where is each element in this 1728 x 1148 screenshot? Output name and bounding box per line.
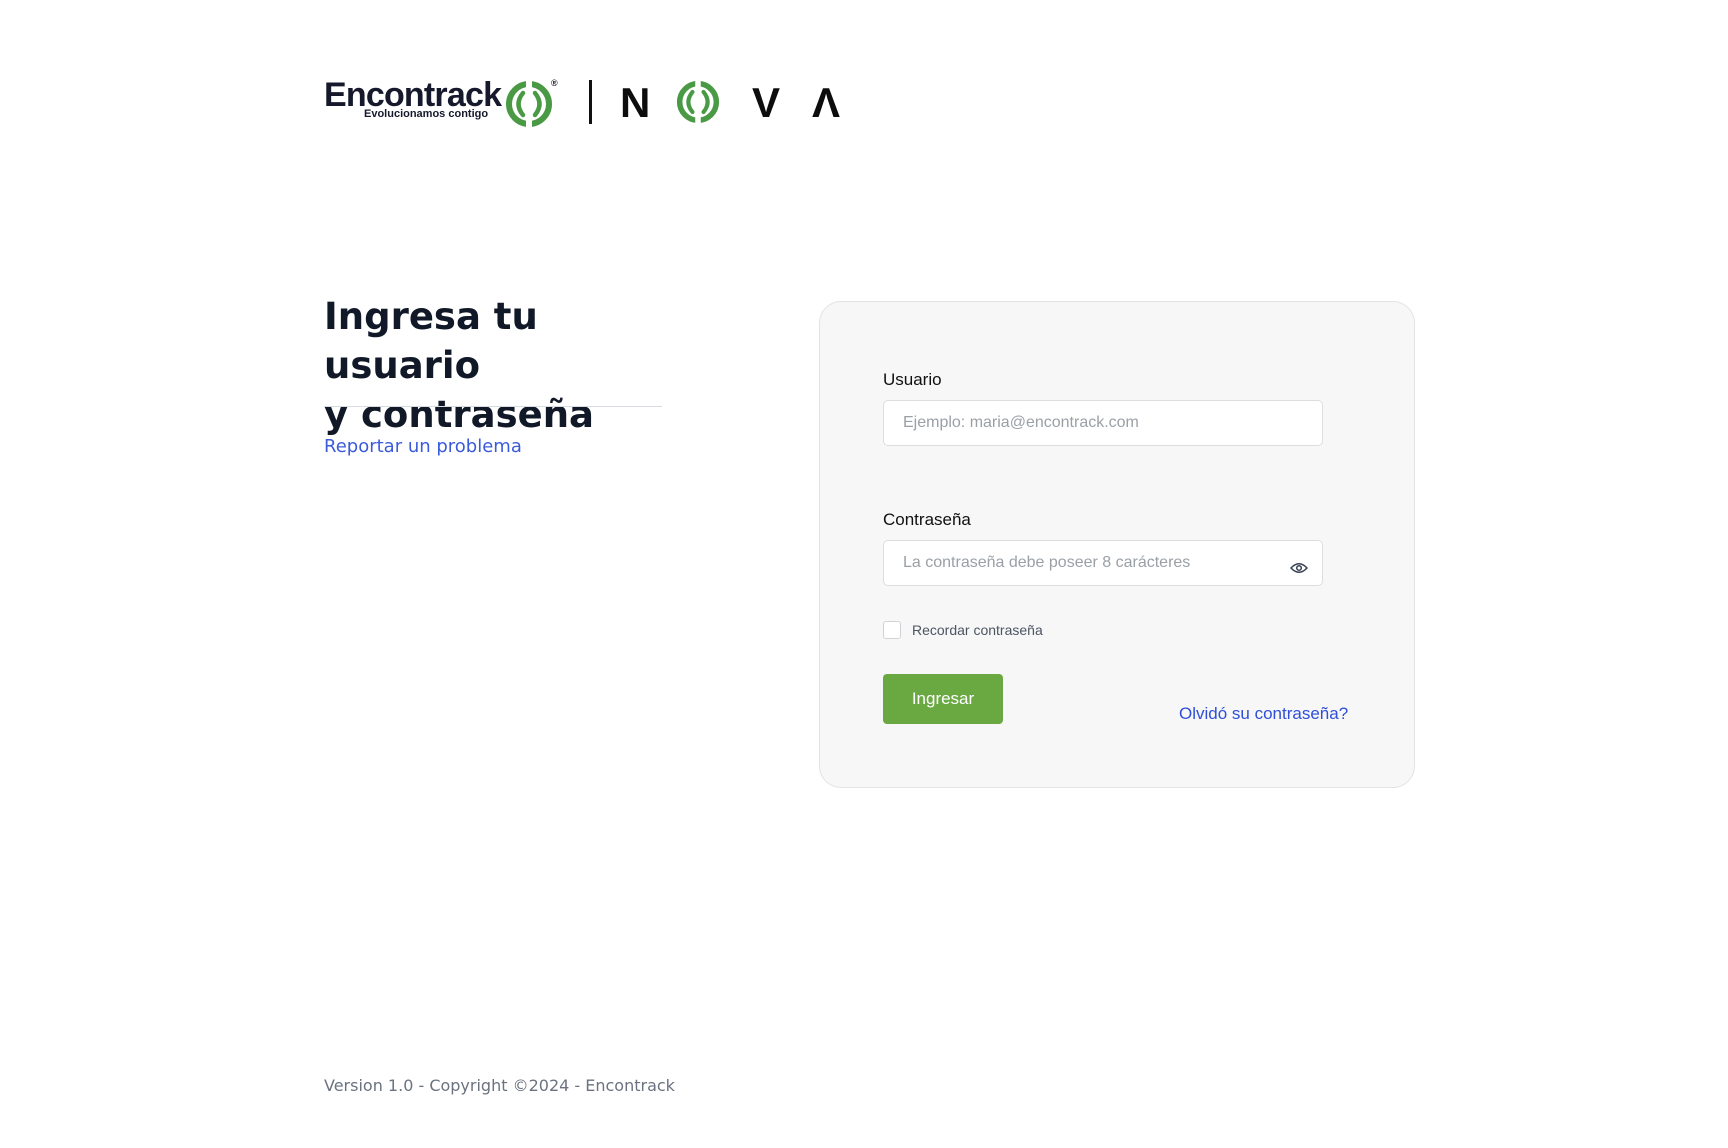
remember-password-checkbox[interactable] (883, 621, 901, 639)
nova-ring-icon (676, 80, 720, 124)
forgot-password-link[interactable]: Olvidó su contraseña? (1179, 704, 1379, 724)
page-title-line-2: y contraseña (324, 393, 595, 436)
remember-password-row: Recordar contraseña (883, 620, 1043, 640)
eye-icon[interactable] (1288, 557, 1310, 579)
encontrack-ring-icon (506, 80, 552, 128)
footer-copyright: Version 1.0 - Copyright ©2024 - Encontra… (324, 1076, 675, 1095)
login-button[interactable]: Ingresar (883, 674, 1003, 724)
registered-mark: ® (551, 78, 558, 88)
brand-header: Encontrack Evolucionamos contigo ® N V Λ (324, 78, 844, 128)
login-card: Usuario Contraseña Recordar contraseña I… (819, 301, 1415, 788)
username-label: Usuario (883, 370, 942, 389)
title-divider (324, 406, 662, 407)
username-input[interactable] (883, 400, 1323, 446)
nova-letter-a: Λ (812, 79, 841, 126)
nova-letter-v: V (752, 79, 781, 126)
nova-letter-n: N (620, 79, 651, 126)
logo-divider (589, 80, 592, 124)
brand-tagline: Evolucionamos contigo (364, 108, 489, 120)
password-label: Contraseña (883, 510, 971, 529)
brand-name: Encontrack (324, 76, 502, 114)
report-problem-link[interactable]: Reportar un problema (324, 435, 522, 459)
page-title-line-1: Ingresa tu usuario (324, 295, 538, 387)
remember-password-label: Recordar contraseña (912, 622, 1043, 638)
page-title: Ingresa tu usuario y contraseña (324, 292, 684, 439)
password-input[interactable] (883, 540, 1323, 586)
